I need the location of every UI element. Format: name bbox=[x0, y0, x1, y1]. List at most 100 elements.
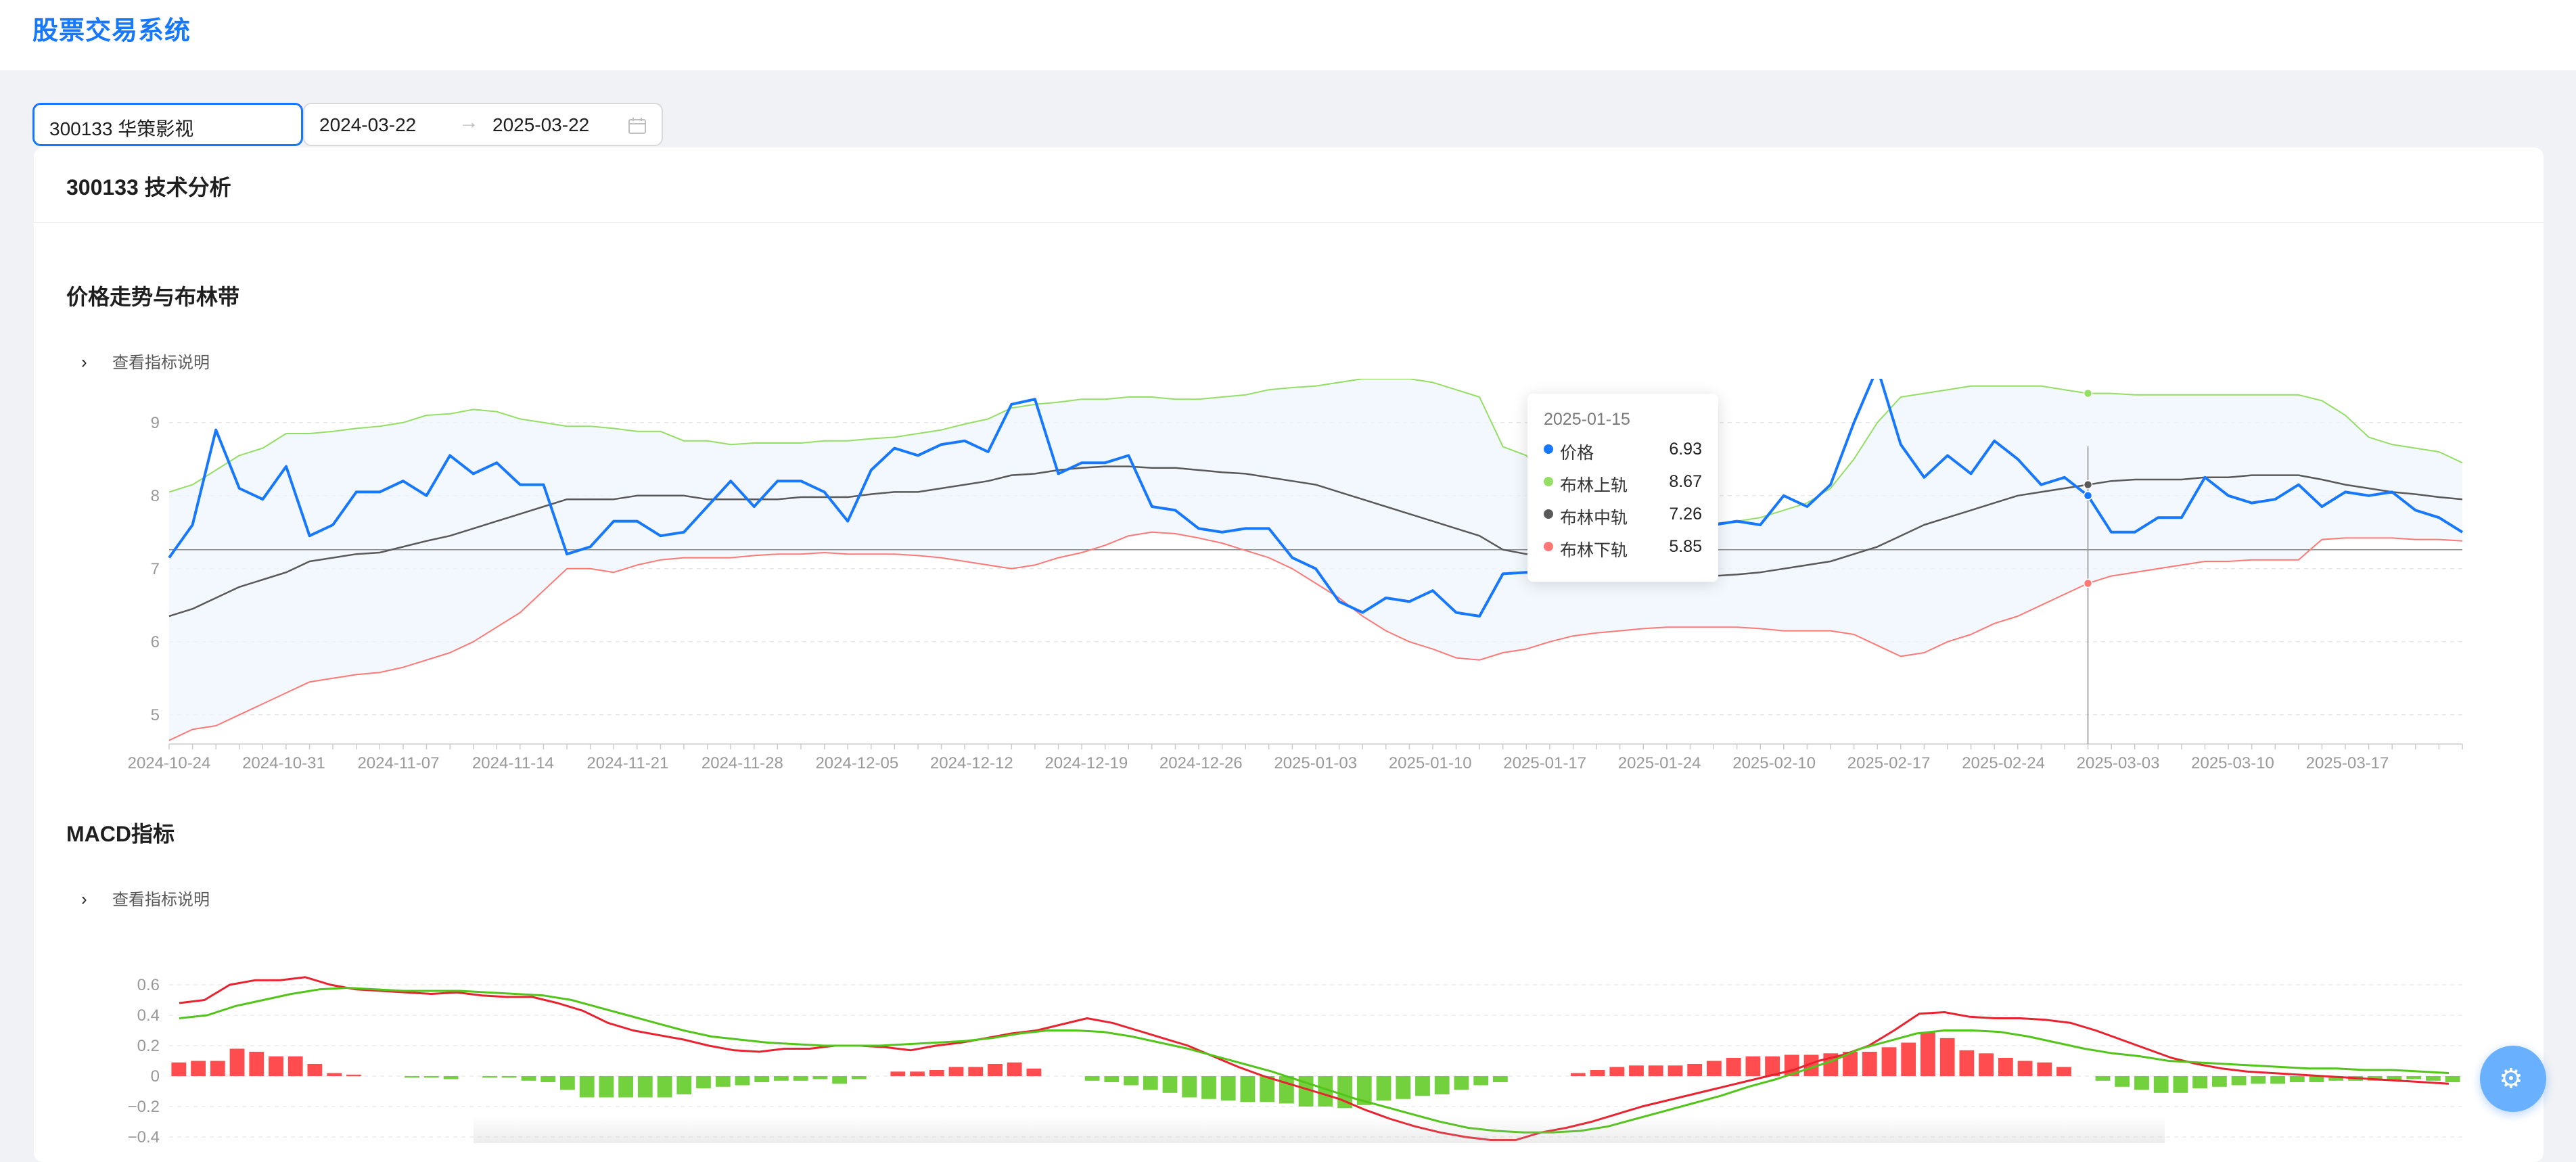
macd-histogram-bar bbox=[1979, 1053, 1994, 1077]
macd-histogram-bar bbox=[1570, 1073, 1586, 1076]
macd-histogram-bar bbox=[423, 1076, 439, 1078]
macd-histogram-bar bbox=[1084, 1076, 1100, 1081]
macd-histogram-bar bbox=[2426, 1076, 2441, 1081]
tooltip-date: 2025-01-15 bbox=[1544, 410, 1630, 429]
y-tick-label: 6 bbox=[151, 633, 160, 651]
start-date-input[interactable]: 2024-03-22 bbox=[319, 114, 416, 136]
macd-histogram-bar bbox=[1104, 1076, 1120, 1082]
tooltip-upper-value: 8.67 bbox=[1669, 472, 1702, 491]
macd-histogram-bar bbox=[1609, 1067, 1625, 1076]
tooltip-middle-dot bbox=[1544, 509, 1553, 519]
macd-histogram-bar bbox=[1668, 1065, 1683, 1077]
macd-expander-label: 查看指标说明 bbox=[112, 891, 210, 909]
app-title: 股票交易系统 bbox=[32, 17, 191, 45]
x-tick-label: 2024-12-26 bbox=[1159, 754, 1243, 772]
x-tick-label: 2024-11-21 bbox=[586, 754, 668, 772]
calendar-icon[interactable] bbox=[628, 116, 647, 135]
bollinger-expander-label: 查看指标说明 bbox=[112, 354, 210, 372]
x-tick-label: 2024-12-19 bbox=[1044, 754, 1128, 772]
macd-histogram-bar bbox=[1220, 1076, 1236, 1100]
y-tick-label: 9 bbox=[151, 414, 160, 432]
macd-histogram-bar bbox=[852, 1076, 867, 1079]
tooltip-middle-name: 布林中轨 bbox=[1560, 509, 1628, 528]
macd-histogram-bar bbox=[1396, 1076, 1411, 1099]
macd-histogram-bar bbox=[1279, 1076, 1294, 1104]
macd-histogram-bar bbox=[307, 1064, 323, 1076]
x-tick-label: 2024-11-07 bbox=[357, 754, 439, 772]
y-tick-label: −0.2 bbox=[128, 1098, 160, 1116]
macd-histogram-bar bbox=[1648, 1065, 1663, 1077]
macd-histogram-bar bbox=[2406, 1076, 2422, 1079]
stock-selector[interactable]: 300133 华策影视 bbox=[32, 103, 303, 146]
macd-histogram-bar bbox=[696, 1076, 711, 1088]
macd-histogram-bar bbox=[657, 1076, 672, 1098]
macd-histogram-bar bbox=[560, 1076, 575, 1090]
macd-histogram-bar bbox=[2095, 1076, 2111, 1081]
highlight-point bbox=[2083, 578, 2093, 588]
x-tick-label: 2025-03-17 bbox=[2306, 754, 2389, 772]
x-tick-label: 2025-01-17 bbox=[1503, 754, 1586, 772]
chevron-right-icon: › bbox=[81, 352, 87, 372]
settings-button[interactable]: ⚙ bbox=[2480, 1046, 2546, 1112]
macd-histogram-bar bbox=[579, 1076, 595, 1098]
macd-histogram-bar bbox=[1376, 1076, 1392, 1100]
tooltip-upper-name: 布林上轨 bbox=[1560, 476, 1628, 495]
y-tick-label: 8 bbox=[151, 487, 160, 505]
macd-histogram-bar bbox=[2251, 1076, 2266, 1084]
stock-selector-value: 300133 华策影视 bbox=[49, 118, 194, 139]
macd-histogram-bar bbox=[540, 1076, 556, 1082]
macd-histogram-bar bbox=[2289, 1076, 2305, 1082]
macd-histogram-bar bbox=[521, 1076, 536, 1081]
y-tick-label: 0.6 bbox=[137, 976, 160, 994]
macd-histogram-bar bbox=[482, 1076, 497, 1078]
macd-expander[interactable]: › 查看指标说明 bbox=[81, 886, 210, 910]
y-tick-label: −0.4 bbox=[128, 1128, 160, 1143]
macd-histogram-bar bbox=[327, 1073, 342, 1076]
macd-histogram-bar bbox=[754, 1076, 770, 1082]
top-header: 股票交易系统 bbox=[0, 0, 2576, 70]
macd-histogram-bar bbox=[715, 1076, 731, 1087]
card-title: 300133 技术分析 bbox=[66, 175, 231, 200]
x-tick-label: 2024-11-28 bbox=[702, 754, 783, 772]
tooltip-lower-dot bbox=[1544, 542, 1553, 551]
macd-histogram-bar bbox=[1162, 1076, 1178, 1093]
macd-histogram-bar bbox=[968, 1067, 984, 1076]
tooltip-row-middle: 布林中轨 7.26 bbox=[1544, 503, 1702, 528]
macd-histogram-bar bbox=[1745, 1056, 1761, 1077]
x-tick-label: 2025-03-03 bbox=[2077, 754, 2160, 772]
bollinger-band-area bbox=[169, 379, 2462, 741]
card-divider bbox=[34, 222, 2544, 223]
macd-histogram-bar bbox=[2037, 1062, 2052, 1077]
macd-histogram-bar bbox=[812, 1076, 828, 1079]
macd-histogram-bar bbox=[1415, 1076, 1430, 1096]
macd-histogram-bar bbox=[1240, 1076, 1256, 1102]
chevron-right-icon: › bbox=[81, 889, 87, 909]
macd-histogram-bar bbox=[1726, 1058, 1741, 1076]
macd-histogram-bar bbox=[2056, 1067, 2071, 1076]
macd-chart[interactable]: −0.4 −0.2 0 0.2 0.4 0.6 bbox=[0, 947, 2576, 1143]
tooltip-row-price: 价格 6.93 bbox=[1544, 438, 1702, 463]
macd-histogram-bar bbox=[1473, 1076, 1489, 1086]
macd-histogram-bar bbox=[2270, 1076, 2285, 1084]
bollinger-expander[interactable]: › 查看指标说明 bbox=[81, 349, 210, 373]
end-date-input[interactable]: 2025-03-22 bbox=[492, 114, 589, 136]
macd-histogram-bar bbox=[774, 1076, 789, 1081]
x-tick-label: 2024-12-12 bbox=[930, 754, 1013, 772]
y-tick-label: 0 bbox=[151, 1067, 160, 1086]
tooltip-price-dot bbox=[1544, 444, 1553, 454]
macd-histogram-bar bbox=[1434, 1076, 1450, 1094]
macd-histogram-bar bbox=[1590, 1070, 1605, 1076]
tooltip-lower-value: 5.85 bbox=[1669, 537, 1702, 556]
macd-histogram-bar bbox=[1862, 1052, 1877, 1076]
date-range-picker[interactable]: 2024-03-22 → 2025-03-22 bbox=[303, 103, 663, 146]
x-tick-label: 2024-10-31 bbox=[242, 754, 325, 772]
macd-histogram-bar bbox=[2017, 1061, 2033, 1076]
x-tick-label: 2025-02-24 bbox=[1962, 754, 2045, 772]
macd-histogram-bar bbox=[1007, 1062, 1022, 1077]
macd-histogram-bar bbox=[269, 1056, 283, 1077]
macd-histogram-bar bbox=[1493, 1076, 1508, 1082]
x-tick-label: 2025-03-10 bbox=[2191, 754, 2274, 772]
bollinger-chart[interactable]: 5 6 7 8 9 2024-10-24 2024-10-31 2024-11-07 2024-… bbox=[0, 379, 2576, 785]
x-tick-label: 2024-12-05 bbox=[815, 754, 898, 772]
macd-histogram-bar bbox=[1182, 1076, 1197, 1098]
